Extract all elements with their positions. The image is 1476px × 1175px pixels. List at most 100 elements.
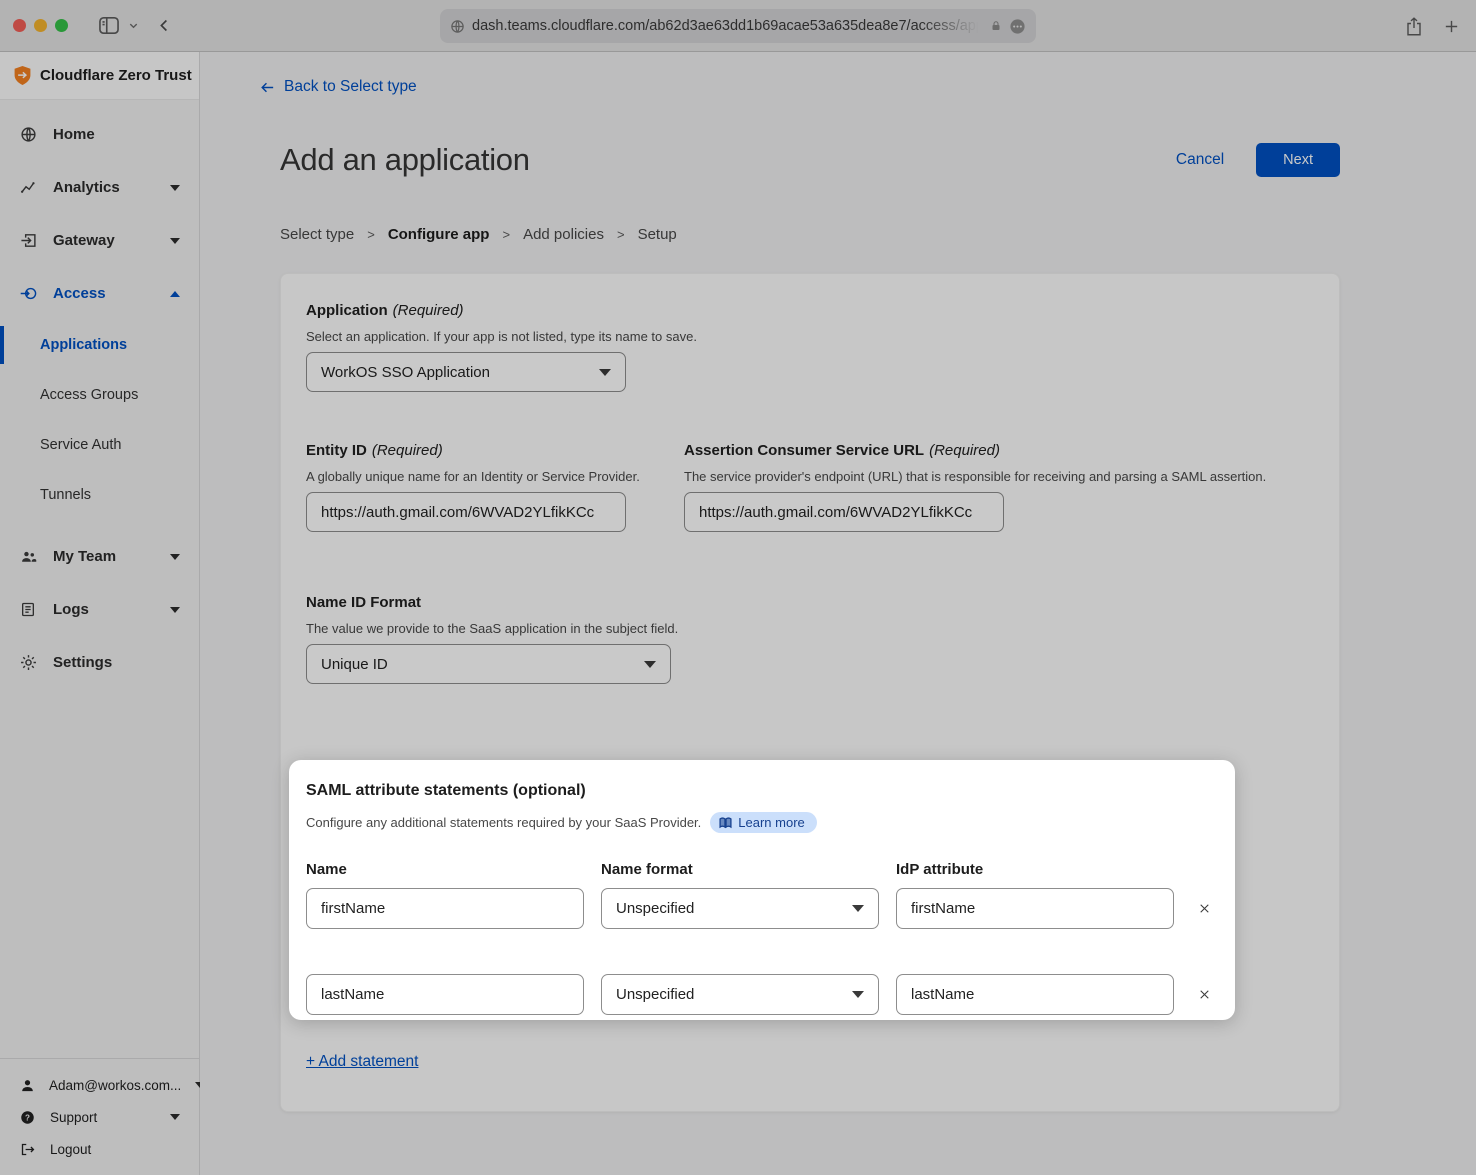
sidebar-item-gateway[interactable]: Gateway bbox=[0, 214, 199, 267]
sidebar-item-label: Settings bbox=[53, 654, 112, 671]
logout-label: Logout bbox=[50, 1142, 91, 1157]
entity-id-help: A globally unique name for an Identity o… bbox=[306, 469, 684, 484]
application-help: Select an application. If your app is no… bbox=[306, 329, 1314, 344]
sidebar-item-label: Access bbox=[53, 285, 106, 302]
brand-label: Cloudflare Zero Trust bbox=[40, 67, 192, 84]
add-statement-link[interactable]: + Add statement bbox=[306, 1053, 418, 1071]
remove-statement-button[interactable] bbox=[1194, 984, 1215, 1005]
ellipsis-icon[interactable] bbox=[1009, 18, 1026, 35]
breadcrumb-add-policies[interactable]: Add policies bbox=[523, 226, 604, 243]
acs-url-label: Assertion Consumer Service URL(Required) bbox=[684, 442, 1000, 459]
sidebar-item-access[interactable]: Access bbox=[0, 267, 199, 320]
sidebar-item-analytics[interactable]: Analytics bbox=[0, 161, 199, 214]
access-icon bbox=[20, 285, 38, 302]
sidebar-item-label: Analytics bbox=[53, 179, 120, 196]
zoom-window-button[interactable] bbox=[55, 19, 68, 32]
team-icon bbox=[20, 549, 38, 565]
saml-name-input[interactable] bbox=[306, 974, 584, 1015]
account-email: Adam@workos.com... bbox=[49, 1078, 181, 1093]
chevron-down-icon bbox=[170, 185, 180, 191]
name-id-format-label: Name ID Format bbox=[306, 594, 421, 611]
application-select[interactable]: WorkOS SSO Application bbox=[306, 352, 626, 392]
sidebar-item-access-groups[interactable]: Access Groups bbox=[0, 370, 199, 420]
cancel-button[interactable]: Cancel bbox=[1176, 151, 1224, 169]
account-menu[interactable]: Adam@workos.com... bbox=[20, 1069, 180, 1101]
back-to-select-type-link[interactable]: Back to Select type bbox=[259, 78, 1340, 96]
sidebar-item-service-auth[interactable]: Service Auth bbox=[0, 420, 199, 470]
application-select-value: WorkOS SSO Application bbox=[321, 364, 490, 381]
breadcrumb-select-type[interactable]: Select type bbox=[280, 226, 354, 243]
sidebar-item-tunnels[interactable]: Tunnels bbox=[0, 470, 199, 520]
chevron-down-icon bbox=[170, 1114, 180, 1120]
saml-idp-input[interactable] bbox=[896, 888, 1174, 929]
svg-text:?: ? bbox=[25, 1113, 30, 1122]
saml-idp-input[interactable] bbox=[896, 974, 1174, 1015]
breadcrumb-separator: > bbox=[367, 227, 375, 242]
main-content: Back to Select type Add an application C… bbox=[200, 52, 1476, 1175]
brand: Cloudflare Zero Trust bbox=[0, 52, 199, 100]
saml-name-column-label: Name bbox=[306, 861, 584, 878]
saml-format-select[interactable]: Unspecified bbox=[601, 974, 879, 1015]
chevron-down-icon[interactable] bbox=[128, 20, 139, 31]
sidebar-item-label: Access Groups bbox=[40, 387, 138, 403]
saml-attribute-statements-section: SAML attribute statements (optional) Con… bbox=[289, 760, 1235, 1020]
sidebar-item-label: Tunnels bbox=[40, 487, 91, 503]
breadcrumb-setup[interactable]: Setup bbox=[638, 226, 677, 243]
logs-icon bbox=[20, 601, 38, 618]
new-tab-icon[interactable] bbox=[1443, 18, 1460, 35]
sidebar-item-applications[interactable]: Applications bbox=[0, 320, 199, 370]
sidebar-item-label: Applications bbox=[40, 337, 127, 353]
logout-icon bbox=[20, 1142, 36, 1157]
help-icon: ? bbox=[20, 1110, 36, 1125]
saml-section-help: Configure any additional statements requ… bbox=[306, 815, 701, 830]
lock-icon bbox=[990, 19, 1002, 33]
name-id-format-select[interactable]: Unique ID bbox=[306, 644, 671, 684]
saml-format-value: Unspecified bbox=[616, 986, 694, 1003]
url-text: dash.teams.cloudflare.com/ab62d3ae63dd1b… bbox=[472, 18, 983, 34]
back-link-label: Back to Select type bbox=[284, 78, 417, 96]
breadcrumb-configure-app[interactable]: Configure app bbox=[388, 226, 490, 243]
share-icon[interactable] bbox=[1405, 16, 1423, 37]
saml-format-select[interactable]: Unspecified bbox=[601, 888, 879, 929]
chevron-down-icon bbox=[599, 369, 611, 376]
sidebar-toggle-icon[interactable] bbox=[98, 16, 120, 35]
learn-more-badge[interactable]: Learn more bbox=[710, 812, 816, 833]
remove-statement-button[interactable] bbox=[1194, 898, 1215, 919]
entity-id-input[interactable] bbox=[306, 492, 626, 532]
saml-idp-column-label: IdP attribute bbox=[896, 861, 1174, 878]
sidebar: Cloudflare Zero Trust Home Analytics bbox=[0, 52, 200, 1175]
next-button[interactable]: Next bbox=[1256, 143, 1340, 177]
close-window-button[interactable] bbox=[13, 19, 26, 32]
sidebar-item-settings[interactable]: Settings bbox=[0, 636, 199, 689]
sidebar-item-home[interactable]: Home bbox=[0, 108, 199, 161]
logout-button[interactable]: Logout bbox=[20, 1133, 180, 1165]
support-menu[interactable]: ? Support bbox=[20, 1101, 180, 1133]
book-icon bbox=[719, 817, 732, 829]
user-icon bbox=[20, 1078, 35, 1093]
sidebar-item-my-team[interactable]: My Team bbox=[0, 530, 199, 583]
saml-name-input[interactable] bbox=[306, 888, 584, 929]
support-label: Support bbox=[50, 1110, 97, 1125]
sidebar-item-label: My Team bbox=[53, 548, 116, 565]
acs-url-input[interactable] bbox=[684, 492, 1004, 532]
page-title: Add an application bbox=[280, 142, 530, 178]
window-controls bbox=[13, 19, 68, 32]
chevron-down-icon bbox=[852, 991, 864, 998]
sidebar-item-label: Logs bbox=[53, 601, 89, 618]
saml-format-column-label: Name format bbox=[601, 861, 879, 878]
minimize-window-button[interactable] bbox=[34, 19, 47, 32]
chevron-down-icon bbox=[170, 607, 180, 613]
sidebar-item-logs[interactable]: Logs bbox=[0, 583, 199, 636]
sidebar-item-label: Home bbox=[53, 126, 95, 143]
address-bar[interactable]: dash.teams.cloudflare.com/ab62d3ae63dd1b… bbox=[440, 9, 1036, 43]
sidebar-item-label: Gateway bbox=[53, 232, 115, 249]
breadcrumb-separator: > bbox=[617, 227, 625, 242]
learn-more-label: Learn more bbox=[738, 815, 804, 830]
arrow-left-icon bbox=[259, 79, 276, 96]
browser-toolbar: dash.teams.cloudflare.com/ab62d3ae63dd1b… bbox=[0, 0, 1476, 52]
application-label: Application(Required) bbox=[306, 302, 464, 319]
home-globe-icon bbox=[20, 126, 38, 143]
browser-back-icon[interactable] bbox=[157, 16, 172, 35]
breadcrumb: Select type > Configure app > Add polici… bbox=[280, 226, 1340, 243]
saml-statement-row: Unspecified bbox=[306, 888, 1218, 929]
